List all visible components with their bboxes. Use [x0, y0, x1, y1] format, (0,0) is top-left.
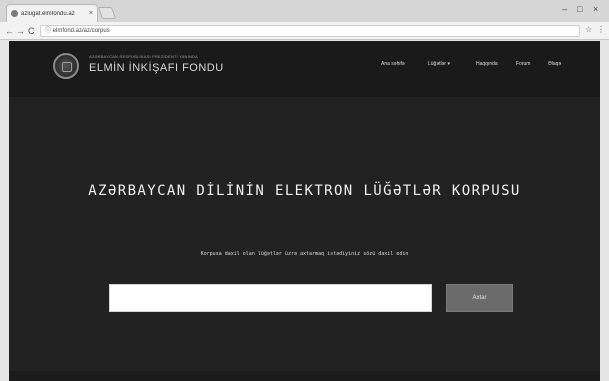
- page-bottom-edge: [9, 371, 600, 381]
- address-bar[interactable]: ⓘ elmfond.az/az/corpus: [40, 25, 580, 37]
- browser-toolbar: ← → C ⓘ elmfond.az/az/corpus ☆ ⋮: [0, 22, 609, 40]
- hero-title: AZƏRBAYCAN DİLİNİN ELEKTRON LÜĞƏTLƏR KOR…: [88, 183, 521, 199]
- hero-instruction: Korpusa daxil olan lüğətlər üzrə axtarma…: [200, 251, 409, 257]
- menu-item-home[interactable]: Ana səhifə: [381, 61, 405, 67]
- reload-icon[interactable]: C: [28, 25, 35, 37]
- tab-strip: azlugat.elmfondu.az × – □ ×: [0, 0, 609, 22]
- menu-item-forum[interactable]: Forum: [516, 61, 530, 67]
- web-page: AZƏRBAYCAN RESPUBLİKASI PREZİDENTİ YANIN…: [9, 41, 600, 381]
- word-search-input[interactable]: [109, 284, 432, 312]
- back-arrow-icon[interactable]: ←: [5, 25, 14, 37]
- browser-window: azlugat.elmfondu.az × – □ × ← → C ⓘ elmf…: [0, 0, 609, 381]
- minimize-button[interactable]: –: [562, 4, 567, 14]
- logo-title[interactable]: ELMİN İNKİŞAFI FONDU: [89, 62, 224, 74]
- forward-arrow-icon[interactable]: →: [16, 25, 25, 37]
- search-button[interactable]: Axtar: [446, 284, 513, 312]
- site-header: AZƏRBAYCAN RESPUBLİKASI PREZİDENTİ YANIN…: [9, 41, 600, 97]
- menu-item-contact[interactable]: Əlaqə: [548, 61, 561, 67]
- bookmark-star-icon[interactable]: ☆: [585, 25, 592, 34]
- tab-close-icon[interactable]: ×: [89, 10, 93, 17]
- browser-menu-icon[interactable]: ⋮: [597, 25, 605, 34]
- tab-title: azlugat.elmfondu.az: [21, 10, 75, 17]
- favicon-icon: [11, 10, 18, 17]
- menu-item-dictionaries[interactable]: Lüğətlər ▾: [428, 61, 450, 67]
- browser-tab[interactable]: azlugat.elmfondu.az ×: [6, 4, 98, 22]
- new-tab-button[interactable]: [97, 7, 117, 19]
- menu-item-about[interactable]: Haqqında: [476, 61, 498, 67]
- maximize-button[interactable]: □: [577, 4, 582, 14]
- foundation-logo-icon[interactable]: [53, 53, 79, 79]
- logo-subtitle: AZƏRBAYCAN RESPUBLİKASI PREZİDENTİ YANIN…: [89, 54, 198, 59]
- close-window-button[interactable]: ×: [593, 4, 598, 14]
